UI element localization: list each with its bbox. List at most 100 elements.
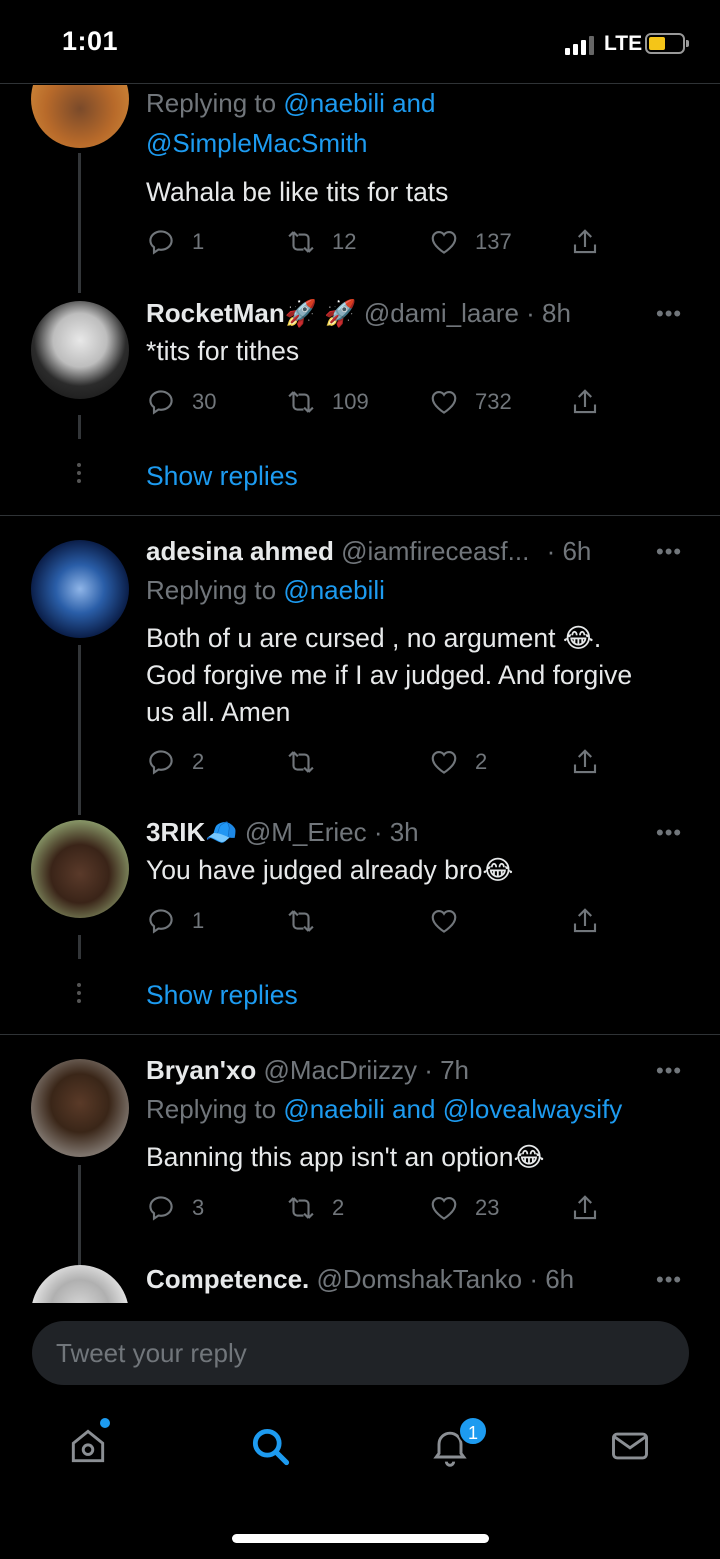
avatar[interactable] [31,301,129,399]
reply-composer[interactable] [32,1321,689,1385]
divider [0,515,720,516]
display-name[interactable]: 3RIK🧢 [146,817,238,847]
reply-count: 2 [192,749,205,774]
reply-button[interactable]: 30 [146,382,216,422]
tweet-text: Banning this app isn't an option😂 [146,1142,545,1172]
more-options-icon[interactable]: ••• [656,1267,682,1293]
retweet-icon [288,910,314,932]
reply-feed[interactable]: Replying to @naebili and @SimpleMacSmith… [0,85,720,1303]
reply-input[interactable] [32,1321,689,1385]
reply-button[interactable]: 2 [146,742,204,782]
mention-link[interactable]: @naebili [283,575,385,605]
like-button[interactable]: 2 [429,742,487,782]
retweet-button[interactable]: 12 [286,222,356,262]
network-label: LTE [604,32,643,55]
share-button[interactable] [570,382,600,422]
reply-icon [149,750,173,775]
thread-line [78,1165,81,1265]
show-replies-link[interactable]: Show replies [146,980,298,1011]
battery-icon [645,33,689,54]
avatar[interactable] [31,1265,129,1303]
thread-dots [76,463,82,487]
reply-count: 3 [192,1195,205,1220]
tweet-actions: 3 2 23 [146,1188,606,1228]
like-button[interactable] [429,901,475,941]
share-button[interactable] [570,901,600,941]
avatar[interactable] [31,540,129,638]
status-time: 1:01 [62,26,119,56]
show-replies-link[interactable]: Show replies [146,461,298,492]
like-button[interactable]: 732 [429,382,512,422]
timestamp: · 8h [526,298,571,328]
heart-icon [431,750,457,774]
nav-messages[interactable] [608,1424,656,1472]
reply-context: Replying to @naebili and [146,85,435,122]
reply-icon [149,390,173,415]
like-count: 23 [475,1195,500,1220]
tweet-text-line: Both of u are cursed , no argument 😂. [146,623,602,653]
retweet-icon [288,751,314,773]
tweet-text-line: God forgive me if I av judged. And forgi… [146,660,633,690]
handle[interactable]: @M_Eriec [245,817,367,847]
more-options-icon[interactable]: ••• [656,820,682,846]
handle[interactable]: @DomshakTanko [317,1264,523,1294]
share-button[interactable] [570,742,600,782]
display-name[interactable]: adesina ahmed [146,536,334,566]
timestamp: · 6h [529,1264,575,1294]
more-options-icon[interactable]: ••• [656,301,682,327]
nav-notifications[interactable]: 1 [428,1416,488,1472]
retweet-button[interactable]: 2 [286,1188,344,1228]
handle[interactable]: @dami_laare [364,298,519,328]
avatar[interactable] [31,1059,129,1157]
signal-icon [565,35,595,55]
share-button[interactable] [570,222,600,262]
like-count: 137 [475,229,512,254]
retweet-icon [288,391,314,413]
tweet-text: Wahala be like tits for tats [146,177,449,207]
retweet-button[interactable] [286,742,332,782]
handle[interactable]: @iamfireceasf... [341,536,529,566]
tweet-text-line: us all. Amen [146,697,291,727]
share-button[interactable] [570,1188,600,1228]
mention-link[interactable]: @naebili and @lovealwaysify [283,1094,622,1124]
like-button[interactable]: 23 [429,1188,499,1228]
home-indicator[interactable] [232,1534,489,1543]
avatar[interactable] [31,820,129,918]
share-icon [573,1195,597,1220]
avatar[interactable] [31,85,129,148]
reply-icon [149,230,173,255]
reply-button[interactable]: 1 [146,222,204,262]
heart-icon [431,1196,457,1220]
tweet-actions: 1 [146,901,606,941]
mention-link[interactable]: @SimpleMacSmith [146,125,367,162]
retweet-button[interactable]: 109 [286,382,369,422]
tweet-header: RocketMan🚀 🚀 @dami_laare · 8h [146,295,571,332]
reply-icon [149,1196,173,1221]
nav-home[interactable] [66,1418,114,1472]
retweet-count: 12 [332,229,357,254]
reply-icon [149,909,173,934]
like-button[interactable]: 137 [429,222,512,262]
like-count: 732 [475,389,512,414]
replying-to-label: Replying to [146,88,284,118]
reply-count: 30 [192,389,217,414]
heart-icon [431,230,457,254]
handle[interactable]: @MacDriizzy [263,1055,417,1085]
reply-button[interactable]: 3 [146,1188,204,1228]
share-icon [573,229,597,254]
mention-link[interactable]: @naebili and [283,88,435,118]
more-options-icon[interactable]: ••• [656,1058,682,1084]
timestamp: · 6h [546,536,592,566]
divider [0,1034,720,1035]
display-name[interactable]: Competence. [146,1264,309,1294]
reply-button[interactable]: 1 [146,901,204,941]
display-name[interactable]: Bryan'xo [146,1055,256,1085]
timestamp: · 3h [373,817,419,847]
reply-context: Replying to @naebili [146,572,385,609]
display-name[interactable]: RocketMan🚀 🚀 [146,298,357,328]
retweet-button[interactable] [286,901,332,941]
nav-search[interactable] [248,1424,296,1472]
status-bar: 1:01 LTE [0,0,720,84]
reply-context: Replying to @naebili and @lovealwaysify [146,1091,622,1128]
more-options-icon[interactable]: ••• [656,539,682,565]
